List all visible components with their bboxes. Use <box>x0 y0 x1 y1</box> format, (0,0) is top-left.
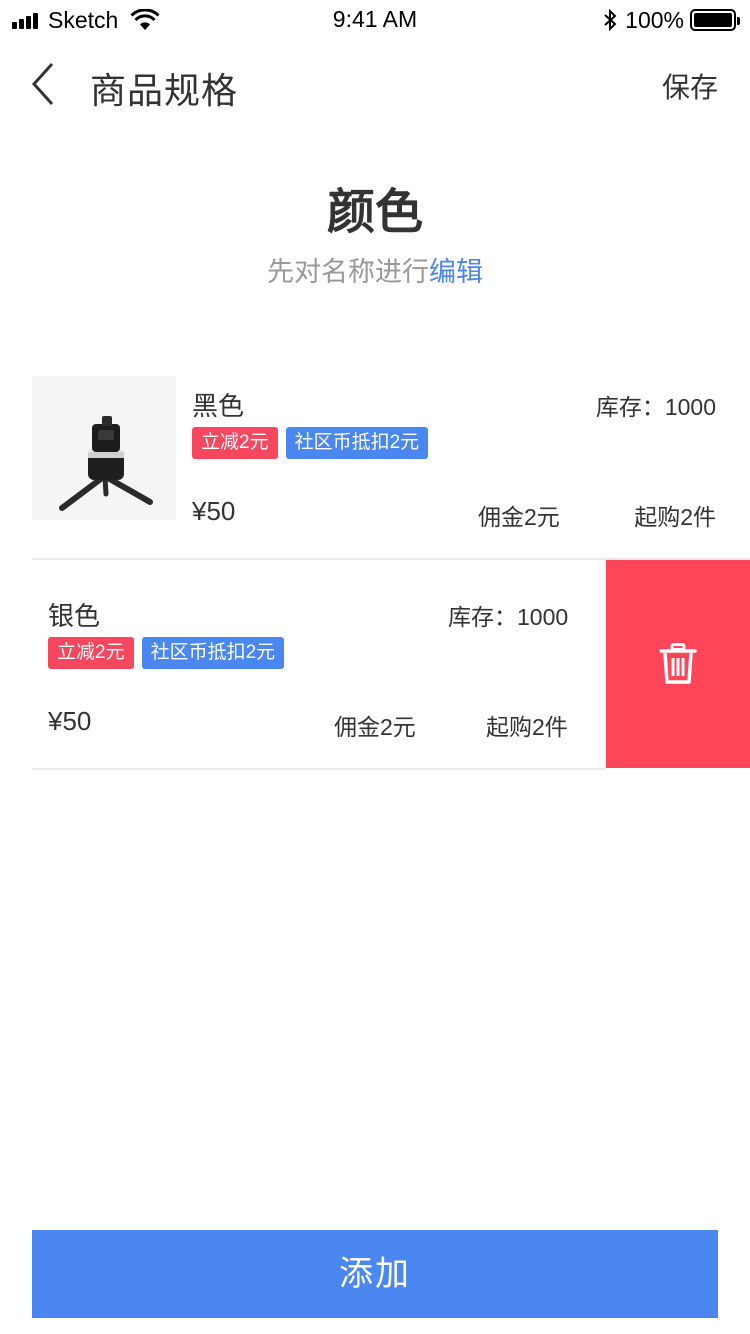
chevron-left-icon <box>31 62 54 106</box>
trash-icon <box>659 643 697 684</box>
price: ¥50 <box>192 496 236 526</box>
product-image <box>32 376 176 520</box>
coin-deduction-tag: 社区币抵扣2元 <box>141 637 285 669</box>
promo-tags: 立减2元 社区币抵扣2元 <box>192 427 436 459</box>
discount-tag: 立减2元 <box>192 427 278 459</box>
battery-icon <box>690 9 740 31</box>
coin-deduction-tag: 社区币抵扣2元 <box>285 427 429 459</box>
add-button[interactable]: 添加 <box>32 1230 718 1318</box>
commission: 佣金2元 <box>478 504 560 530</box>
spec-name: 银色 <box>48 601 101 631</box>
nav-bar: 商品规格 保存 <box>0 44 750 124</box>
edit-hint: 先对名称进行编辑 <box>0 250 750 289</box>
status-bar: Sketch 9:41 AM 100% <box>0 0 750 40</box>
commission: 佣金2元 <box>334 714 416 740</box>
delete-button[interactable] <box>606 560 750 768</box>
row-divider <box>32 768 606 770</box>
min-purchase: 起购2件 <box>634 504 716 530</box>
stock-count: 库存：1000 <box>448 604 569 630</box>
save-button[interactable]: 保存 <box>662 66 718 106</box>
discount-tag: 立减2元 <box>48 637 134 669</box>
edit-link[interactable]: 编辑 <box>429 257 483 287</box>
spec-edit-screen: Sketch 9:41 AM 100% 商品规格 保存 颜色 先对名称进行编辑 … <box>0 0 750 1334</box>
page-title: 商品规格 <box>90 70 239 111</box>
edit-hint-text: 先对名称进行 <box>267 257 429 287</box>
camera-mount-illustration <box>32 376 176 520</box>
min-purchase: 起购2件 <box>486 714 568 740</box>
spec-group-title: 颜色 <box>326 186 423 239</box>
promo-tags: 立减2元 社区币抵扣2元 <box>48 637 292 669</box>
battery-percent: 100% <box>625 6 684 33</box>
price: ¥50 <box>48 706 92 736</box>
spec-item[interactable]: 黑色 库存：1000 立减2元 社区币抵扣2元 ¥50 佣金2元 起购2件 <box>32 350 718 560</box>
back-button[interactable] <box>24 60 64 108</box>
bluetooth-icon <box>604 9 617 31</box>
spec-name: 黑色 <box>192 391 245 421</box>
stock-count: 库存：1000 <box>595 394 716 420</box>
